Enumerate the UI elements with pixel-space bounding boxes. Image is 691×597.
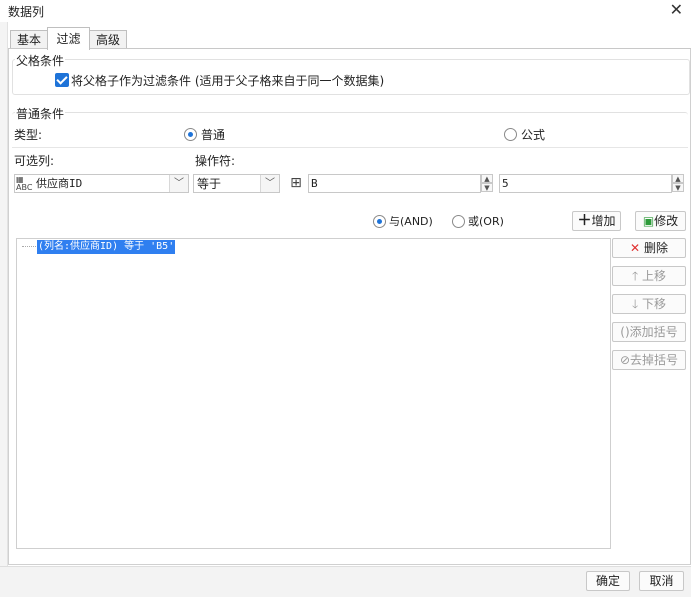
spin-up-icon[interactable]: ▲ bbox=[481, 174, 493, 183]
condition-item[interactable]: (列名:供应商ID) 等于 'B5' bbox=[37, 240, 176, 254]
chevron-down-icon[interactable]: ﹀ bbox=[260, 175, 279, 192]
arrow-down-icon: 🡓 bbox=[631, 297, 639, 311]
add-button-label: 增加 bbox=[591, 214, 616, 228]
edit-icon: ▣ bbox=[642, 214, 655, 228]
background-window-edge bbox=[0, 22, 8, 566]
and-radio[interactable] bbox=[373, 215, 386, 228]
type-formula-label: 公式 bbox=[521, 128, 546, 142]
type-label: 类型: bbox=[14, 128, 43, 142]
abc-column-icon: ▦ ABC bbox=[16, 175, 33, 192]
parent-condition-label: 父格条件 bbox=[15, 52, 66, 69]
tab-filter[interactable]: 过滤 bbox=[47, 27, 90, 50]
remove-bracket-button[interactable]: ⊘去掉括号 bbox=[612, 350, 686, 370]
ok-button[interactable]: 确定 bbox=[586, 571, 630, 591]
move-down-label: 下移 bbox=[642, 297, 667, 311]
and-label: 与(AND) bbox=[389, 215, 433, 228]
or-radio[interactable] bbox=[452, 215, 465, 228]
condition-list[interactable] bbox=[16, 238, 611, 549]
number-spinner[interactable]: ▲ ▼ bbox=[672, 174, 684, 193]
value-spinner[interactable]: ▲ ▼ bbox=[481, 174, 493, 193]
column-select-value: 供应商ID bbox=[36, 177, 83, 190]
delete-x-icon: ✕ bbox=[630, 241, 641, 255]
move-down-button[interactable]: 🡓 下移 bbox=[612, 294, 686, 314]
operator-select-value: 等于 bbox=[197, 177, 222, 191]
move-up-label: 上移 bbox=[642, 269, 667, 283]
move-up-button[interactable]: 🡑 上移 bbox=[612, 266, 686, 286]
type-normal-radio[interactable] bbox=[184, 128, 197, 141]
add-bracket-button[interactable]: ()添加括号 bbox=[612, 322, 686, 342]
arrow-up-icon: 🡑 bbox=[631, 269, 639, 283]
tree-connector bbox=[22, 246, 36, 248]
operator-select[interactable]: 等于 ﹀ bbox=[193, 174, 280, 193]
parent-filter-checkbox[interactable] bbox=[55, 73, 69, 87]
add-condition-button[interactable]: ＋增加 bbox=[572, 211, 621, 231]
spin-up-icon[interactable]: ▲ bbox=[672, 174, 684, 183]
cancel-button[interactable]: 取消 bbox=[639, 571, 684, 591]
normal-condition-label: 普通条件 bbox=[15, 105, 66, 122]
number-input[interactable]: 5 bbox=[499, 174, 672, 193]
window-title: 数据列 bbox=[8, 5, 45, 19]
parent-filter-checkbox-label: 将父格子作为过滤条件 (适用于父子格来自于同一个数据集) bbox=[71, 74, 385, 88]
close-icon[interactable]: ✕ bbox=[670, 1, 683, 19]
remove-bracket-label: 去掉括号 bbox=[630, 353, 679, 367]
delete-button-label: 删除 bbox=[643, 241, 668, 255]
bracket-icon: () bbox=[620, 325, 630, 339]
type-formula-radio[interactable] bbox=[504, 128, 517, 141]
title-bar bbox=[0, 0, 691, 22]
spin-down-icon[interactable]: ▼ bbox=[481, 183, 493, 192]
value-type-icon[interactable]: ⊞ bbox=[287, 174, 305, 192]
delete-button[interactable]: ✕ 删除 bbox=[612, 238, 686, 258]
add-bracket-label: 添加括号 bbox=[629, 325, 678, 339]
operator-label: 操作符: bbox=[195, 154, 236, 168]
remove-bracket-icon: ⊘ bbox=[619, 353, 631, 367]
plus-icon: ＋ bbox=[577, 213, 592, 229]
modify-button-label: 修改 bbox=[654, 214, 679, 228]
column-select[interactable]: ▦ ABC 供应商ID ﹀ bbox=[14, 174, 189, 193]
column-label: 可选列: bbox=[14, 154, 55, 168]
modify-condition-button[interactable]: ▣修改 bbox=[635, 211, 686, 231]
spin-down-icon[interactable]: ▼ bbox=[672, 183, 684, 192]
tab-basic[interactable]: 基本 bbox=[10, 30, 48, 49]
divider bbox=[12, 147, 688, 148]
or-label: 或(OR) bbox=[468, 215, 504, 228]
tab-advanced[interactable]: 高级 bbox=[89, 30, 127, 49]
chevron-down-icon[interactable]: ﹀ bbox=[169, 175, 188, 192]
value-input[interactable]: B bbox=[308, 174, 481, 193]
type-normal-label: 普通 bbox=[201, 128, 226, 142]
